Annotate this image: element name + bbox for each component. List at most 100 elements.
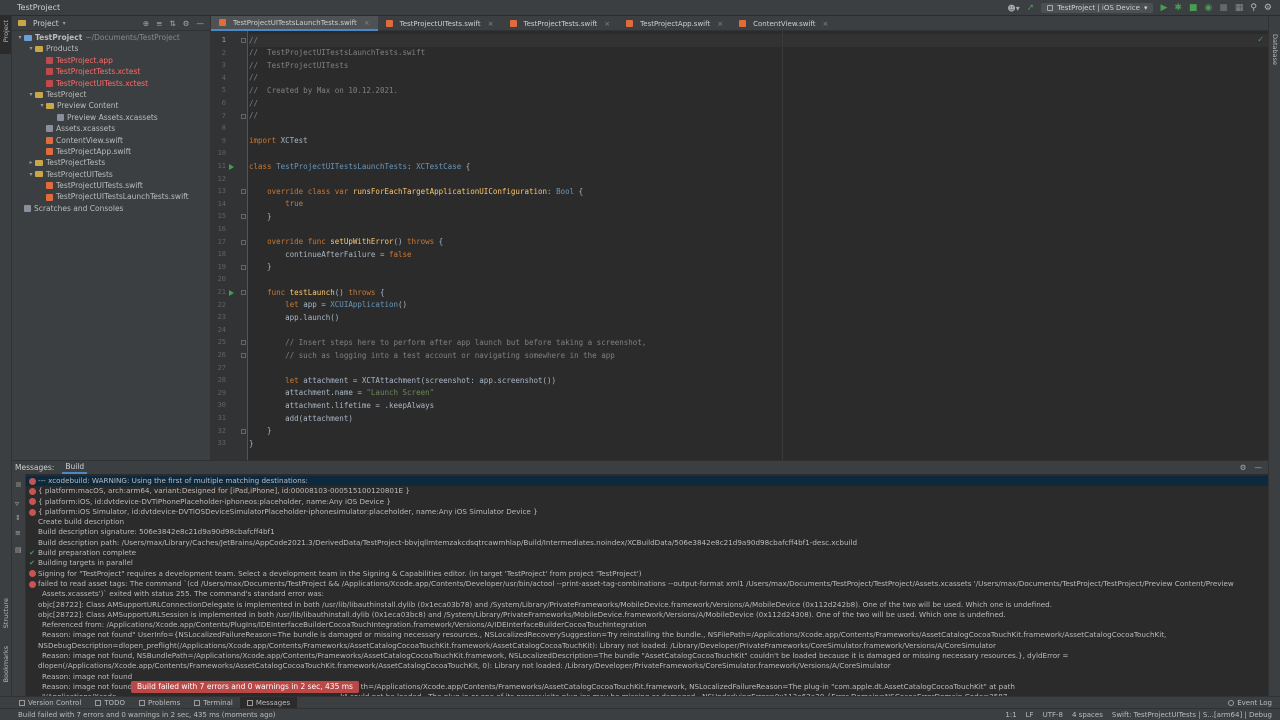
structure-tool-button[interactable]: Structure — [2, 598, 10, 628]
event-log-button[interactable]: Event Log — [1228, 699, 1280, 707]
tab-editor-file[interactable]: TestProjectUITests.swift × — [378, 16, 502, 31]
filter-icon[interactable]: ▿ — [15, 499, 19, 508]
fold-icon[interactable] — [241, 290, 246, 295]
export-icon[interactable]: ▤ — [15, 546, 22, 554]
tab-editor-file[interactable]: ContentView.swift × — [731, 16, 836, 31]
fold-icon[interactable] — [241, 428, 246, 434]
status-message[interactable]: Build failed with 7 errors and 0 warning… — [18, 711, 276, 719]
fold-icon[interactable] — [241, 239, 246, 245]
stop-icon[interactable]: ■ — [1219, 3, 1228, 13]
message-row[interactable]: --- xcodebuild: WARNING: Using the first… — [26, 476, 1268, 487]
tool-window-terminal[interactable]: Terminal — [187, 697, 240, 709]
tree-item[interactable]: Assets.xcassets — [12, 123, 210, 134]
message-row[interactable]: Referenced from: /Applications/Xcode.app… — [26, 620, 1268, 630]
message-row[interactable]: Reason: image not found, NSBundlePath=/A… — [26, 651, 1268, 661]
tree-item[interactable]: ▾ TestProject — [12, 89, 210, 100]
run-test-icon[interactable] — [229, 289, 234, 296]
message-row[interactable]: objc[28722]: Class AMSupportURLSession i… — [26, 610, 1268, 620]
message-row[interactable]: { platform:iOS, id:dvtdevice-DVTiPhonePl… — [26, 497, 1268, 507]
tool-window-messages[interactable]: Messages — [239, 696, 298, 709]
tree-item[interactable]: ContentView.swift — [12, 135, 210, 146]
message-row[interactable]: dlopen(/Applications/Xcode.app/Contents/… — [26, 661, 1268, 671]
tab-editor-file[interactable]: TestProjectUITestsLaunchTests.swift × — [211, 16, 378, 31]
expand-icon[interactable]: ⇕ — [15, 514, 21, 522]
user-icon[interactable]: ☻▾ — [1007, 4, 1019, 13]
tool-window-todo[interactable]: TODO — [88, 697, 132, 709]
tree-item[interactable]: TestProjectUITestsLaunchTests.swift — [12, 191, 210, 202]
chevron-down-icon[interactable]: ▾ — [38, 100, 46, 111]
database-tool-button[interactable]: Database — [1271, 34, 1279, 65]
tab-editor-file[interactable]: TestProjectTests.swift × — [502, 16, 619, 31]
message-row[interactable]: { platform:iOS Simulator, id:dvtdevice-D… — [26, 507, 1268, 517]
message-row[interactable]: Signing for "TestProject" requires a dev… — [26, 569, 1268, 579]
tool-window-problems[interactable]: Problems — [132, 697, 187, 709]
fold-icon[interactable] — [241, 189, 246, 195]
collapse-all-icon[interactable]: ⇅ — [169, 19, 175, 28]
locate-icon[interactable]: ⊕ — [143, 19, 149, 28]
tree-item[interactable]: TestProjectTests.xctest — [12, 66, 210, 77]
tree-item[interactable]: TestProject.app — [12, 55, 210, 66]
chevron-down-icon[interactable]: ▾ — [27, 43, 35, 54]
tree-item[interactable]: ▾ TestProjectUITests — [12, 169, 210, 180]
message-row[interactable]: Assets.xcassets')` exited with status 25… — [26, 589, 1268, 599]
fold-icon[interactable] — [241, 264, 246, 270]
tree-item[interactable]: ▾ Products — [12, 43, 210, 54]
tree-item[interactable]: Preview Assets.xcassets — [12, 112, 210, 123]
inspection-ok-icon[interactable]: ✓ — [1257, 35, 1264, 44]
chevron-down-icon[interactable]: ▾ — [27, 169, 35, 180]
message-row[interactable]: NSDebugDescription=dlopen_preflight(/App… — [26, 641, 1268, 651]
gear-icon[interactable]: ⚙ — [183, 19, 190, 28]
close-icon[interactable]: × — [823, 20, 829, 28]
run-icon[interactable]: ▶ — [1160, 3, 1167, 13]
line-separator[interactable]: LF — [1026, 711, 1034, 719]
tab-build[interactable]: Build — [62, 461, 88, 474]
message-row[interactable]: Build description signature: 506e3842e8c… — [26, 527, 1268, 537]
fold-icon[interactable] — [241, 353, 246, 358]
tree-item[interactable]: TestProjectApp.swift — [12, 146, 210, 157]
chevron-right-icon[interactable]: ▸ — [27, 157, 35, 168]
settings-icon[interactable]: ⚙ — [1264, 3, 1272, 13]
fold-icon[interactable] — [241, 38, 246, 43]
message-row[interactable]: { platform:macOS, arch:arm64, variant:De… — [26, 486, 1268, 496]
run-configuration-select[interactable]: TestProject | iOS Device ▾ — [1041, 3, 1154, 13]
close-icon[interactable]: × — [717, 20, 723, 28]
chevron-down-icon[interactable]: ▾ — [27, 89, 35, 100]
stop-icon[interactable] — [16, 482, 21, 487]
bookmarks-tool-button[interactable]: Bookmarks — [2, 646, 10, 682]
project-tool-button[interactable]: Project — [2, 20, 10, 42]
gear-icon[interactable]: ⚙ — [1240, 463, 1247, 472]
tree-item[interactable]: TestProjectUITests.swift — [12, 180, 210, 191]
fold-icon[interactable] — [241, 113, 246, 119]
indent-setting[interactable]: 4 spaces — [1072, 711, 1103, 719]
close-icon[interactable]: × — [604, 20, 610, 28]
close-icon[interactable]: × — [364, 19, 370, 27]
tree-item[interactable]: TestProjectUITests.xctest — [12, 78, 210, 89]
caret-position[interactable]: 1:1 — [1005, 711, 1016, 719]
coverage-icon[interactable]: ■ — [1189, 3, 1198, 13]
layout-icon[interactable]: ▦ — [1235, 3, 1244, 13]
tree-item[interactable]: ▾ TestProject ~/Documents/TestProject — [12, 32, 210, 43]
hide-icon[interactable]: — — [197, 19, 205, 28]
expand-all-icon[interactable]: ≡ — [156, 19, 162, 28]
tree-item[interactable]: Scratches and Consoles — [12, 203, 210, 214]
tab-editor-file[interactable]: TestProjectApp.swift × — [618, 16, 731, 31]
hide-icon[interactable]: — — [1255, 463, 1263, 472]
search-icon[interactable]: ⚲ — [1250, 3, 1257, 13]
message-row[interactable]: failed to read asset tags: The command `… — [26, 579, 1268, 589]
message-row[interactable]: objc[28722]: Class AMSupportURLConnectio… — [26, 600, 1268, 610]
message-row[interactable]: Build description path: /Users/max/Libra… — [26, 538, 1268, 548]
message-row[interactable]: Reason: image not found" UserInfo={NSLoc… — [26, 630, 1268, 640]
chevron-down-icon[interactable]: ▾ — [16, 32, 24, 43]
run-test-icon[interactable] — [229, 163, 234, 170]
close-icon[interactable]: × — [488, 20, 494, 28]
profile-icon[interactable]: ◉ — [1204, 3, 1212, 13]
message-row[interactable]: Create build description — [26, 517, 1268, 527]
code-editor[interactable]: 1 2 3 4 5 6 7 8 9 10 11 12 13 14 15 16 17 18 19 20 21 22 23 24 2… — [211, 31, 1268, 460]
context-selector[interactable]: Swift: TestProjectUITests | S...[arm64] … — [1112, 711, 1272, 719]
file-encoding[interactable]: UTF-8 — [1043, 711, 1063, 719]
chevron-down-icon[interactable]: ▾ — [63, 20, 66, 27]
message-row[interactable]: ✔ Building targets in parallel — [26, 558, 1268, 568]
collapse-icon[interactable]: ≡ — [15, 529, 21, 537]
project-panel-title[interactable]: Project — [33, 19, 59, 28]
debug-icon[interactable]: ✱ — [1174, 3, 1182, 13]
